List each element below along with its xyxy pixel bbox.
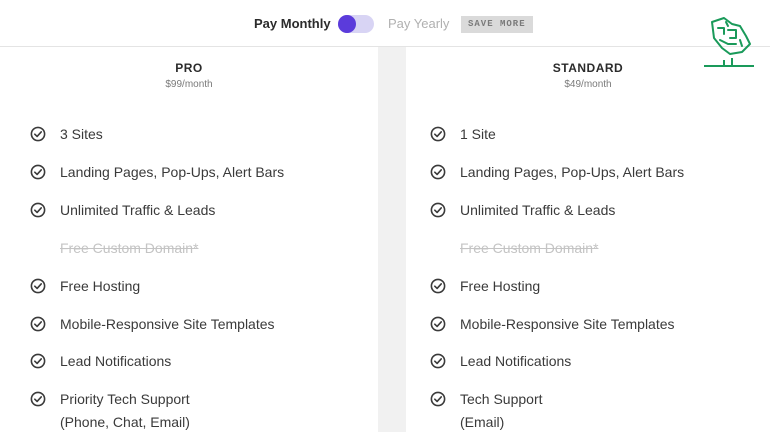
feature-text-detail: (Email): [460, 414, 505, 430]
check-circle-icon: [30, 316, 46, 332]
pay-monthly-label[interactable]: Pay Monthly: [254, 16, 331, 32]
check-circle-icon: [430, 164, 446, 180]
saudi-map-logo-icon: [704, 17, 754, 67]
plan-name: PRO: [175, 61, 203, 75]
feature-text: Lead Notifications: [60, 353, 172, 369]
feature-text: Landing Pages, Pop-Ups, Alert Bars: [460, 164, 685, 180]
check-circle-icon: [30, 164, 46, 180]
check-circle-icon: [30, 278, 46, 294]
check-circle-icon: [30, 202, 46, 218]
plan-price: $99/month: [165, 79, 213, 90]
feature-text: Tech Support: [460, 391, 543, 407]
plan-features-standard: 1 Site Landing Pages, Pop-Ups, Alert Bars…: [406, 104, 770, 432]
check-circle-icon: [430, 391, 446, 407]
plan-price: $49/month: [564, 79, 612, 90]
check-circle-icon: [430, 278, 446, 294]
feature-text: Landing Pages, Pop-Ups, Alert Bars: [60, 164, 285, 180]
plan-header-pro: PRO $99/month: [0, 47, 378, 104]
feature-text: Free Hosting: [460, 278, 541, 294]
feature-text: Free Hosting: [60, 278, 141, 294]
feature-text: Unlimited Traffic & Leads: [60, 202, 216, 218]
feature-text: Free Custom Domain*: [460, 240, 599, 256]
feature-text: Priority Tech Support: [60, 391, 190, 407]
check-circle-icon: [430, 353, 446, 369]
billing-toggle-bar: Pay Monthly Pay Yearly SAVE MORE: [0, 0, 770, 47]
switch-knob[interactable]: [338, 15, 356, 33]
check-circle-icon: [30, 353, 46, 369]
check-circle-icon: [30, 391, 46, 407]
feature-text: 3 Sites: [60, 126, 103, 142]
pay-yearly-label[interactable]: Pay Yearly: [388, 16, 449, 32]
feature-text: Free Custom Domain*: [60, 240, 199, 256]
check-circle-icon: [430, 126, 446, 142]
feature-text: 1 Site: [460, 126, 496, 142]
billing-period-switch[interactable]: [338, 15, 374, 33]
check-circle-icon: [30, 126, 46, 142]
feature-text: Mobile-Responsive Site Templates: [460, 316, 675, 332]
check-circle-icon: [430, 316, 446, 332]
plan-features-pro: 3 Sites Landing Pages, Pop-Ups, Alert Bar…: [0, 104, 378, 432]
save-more-badge: SAVE MORE: [461, 16, 533, 33]
check-circle-icon: [430, 202, 446, 218]
feature-text: Mobile-Responsive Site Templates: [60, 316, 275, 332]
feature-text-detail: (Phone, Chat, Email): [60, 414, 190, 430]
feature-text: Lead Notifications: [460, 353, 572, 369]
feature-text: Unlimited Traffic & Leads: [460, 202, 616, 218]
